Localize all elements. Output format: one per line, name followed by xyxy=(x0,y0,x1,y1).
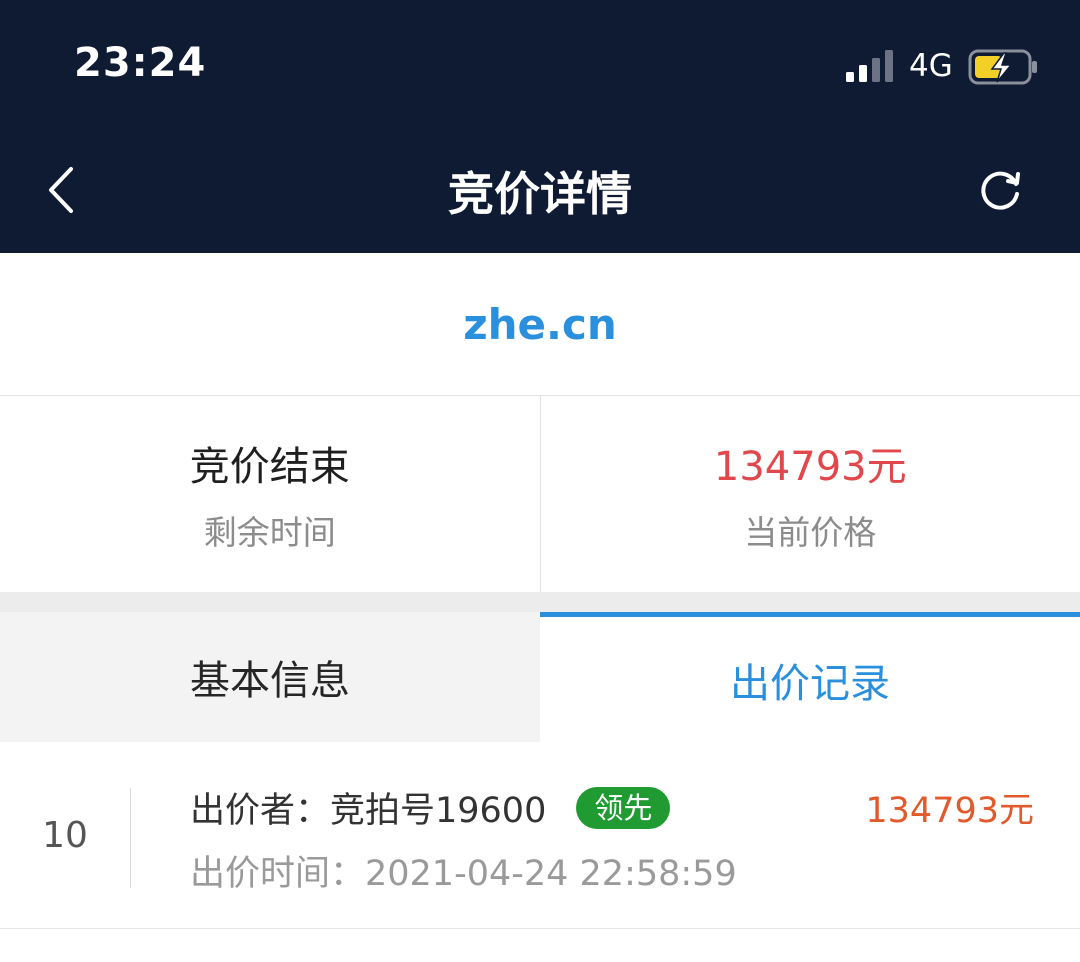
remaining-time-stat: 竞价结束 剩余时间 xyxy=(0,396,540,592)
domain-name: zhe.cn xyxy=(463,299,617,349)
cellular-signal-icon xyxy=(846,50,893,82)
bid-amount: 134793元 xyxy=(865,791,1034,831)
refresh-button[interactable] xyxy=(968,158,1032,222)
chevron-left-icon xyxy=(49,167,73,213)
status-time: 23:24 xyxy=(74,40,207,86)
section-divider xyxy=(0,592,1080,612)
page-title: 竞价详情 xyxy=(448,167,632,221)
row-divider xyxy=(130,788,131,888)
battery-charging-icon xyxy=(968,49,1037,85)
auction-stats: 竞价结束 剩余时间 134793元 当前价格 xyxy=(0,396,1080,592)
bid-record-row: 10 出价者：竞拍号19600 领先 出价时间：2021-04-24 22:58… xyxy=(0,742,1080,929)
tab-basic-info[interactable]: 基本信息 xyxy=(0,612,540,742)
tab-bid-records[interactable]: 出价记录 xyxy=(540,612,1080,742)
current-price-value: 134793元 xyxy=(713,444,907,490)
leading-badge: 领先 xyxy=(576,786,671,829)
remaining-time-value: 竞价结束 xyxy=(189,444,350,490)
back-button[interactable] xyxy=(30,155,90,225)
tab-bar: 基本信息 出价记录 xyxy=(0,612,1080,742)
bidder-line: 出价者：竞拍号19600 领先 xyxy=(190,782,671,833)
bidder-text: 出价者：竞拍号19600 xyxy=(190,791,547,831)
current-price-stat: 134793元 当前价格 xyxy=(539,396,1080,592)
header-bar: 23:24 4G 竞价详情 xyxy=(0,0,1080,253)
bid-time: 出价时间：2021-04-24 22:58:59 xyxy=(190,854,737,894)
current-price-label: 当前价格 xyxy=(744,513,877,552)
bid-index: 10 xyxy=(42,814,88,856)
refresh-icon xyxy=(981,171,1020,210)
remaining-time-label: 剩余时间 xyxy=(203,513,336,552)
network-type: 4G xyxy=(909,48,953,84)
domain-header: zhe.cn xyxy=(0,253,1080,396)
